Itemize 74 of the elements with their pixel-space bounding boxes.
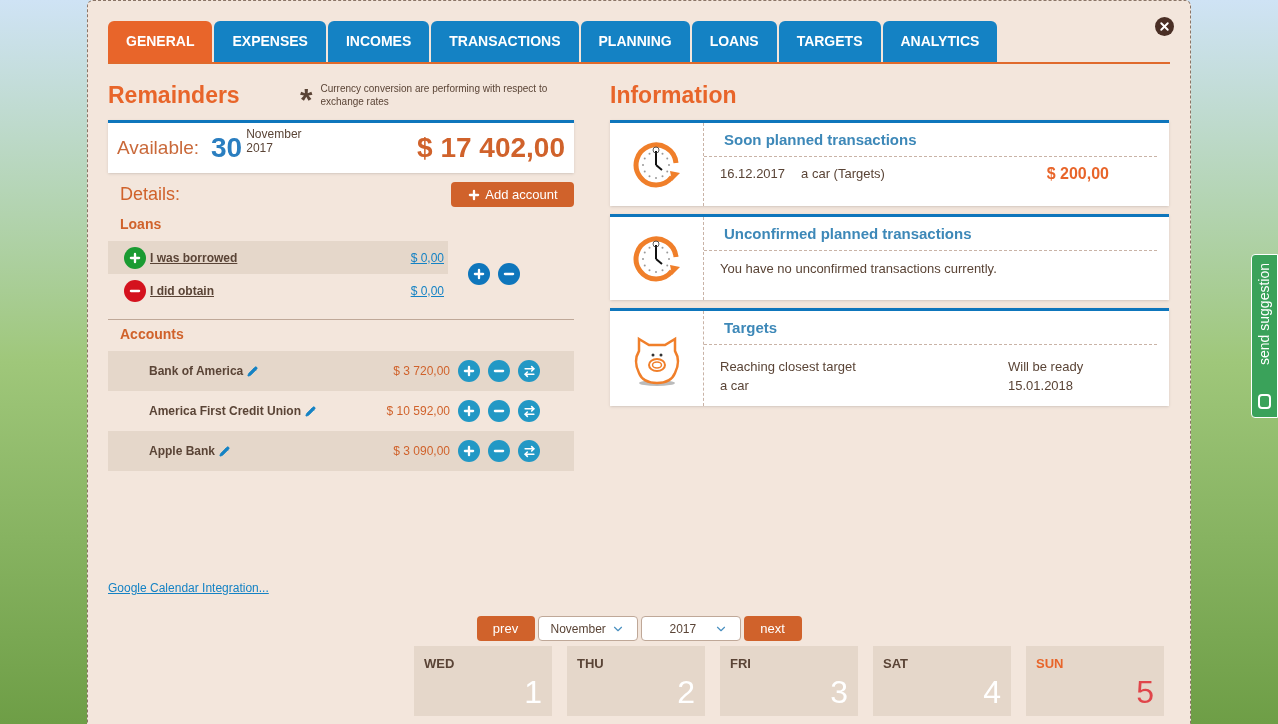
deposit-button[interactable] [458, 440, 480, 462]
year-select[interactable]: 2017 [640, 616, 741, 641]
section-title: Information [610, 80, 738, 110]
transfer-button[interactable] [518, 440, 540, 462]
transaction-amount: $ 200,00 [1046, 163, 1109, 184]
transaction-description: a car (Targets) [801, 164, 885, 183]
plus-icon [462, 364, 476, 378]
currency-note: Currency conversion are performing with respect to exchange rates [320, 82, 549, 108]
pencil-icon[interactable] [219, 445, 230, 457]
transfer-arrows-icon [522, 444, 536, 458]
loan-amount-link[interactable]: $ 0,00 [410, 248, 444, 267]
pencil-icon[interactable] [247, 365, 259, 377]
available-label: Available: [117, 135, 200, 160]
remove-loan-button[interactable] [498, 263, 520, 285]
section-title: Remainders [108, 80, 240, 110]
loan-link[interactable]: I was borrowed [150, 248, 238, 267]
available-month: November [246, 127, 302, 141]
nav-tab[interactable]: TRANSACTIONS [431, 21, 579, 62]
x-icon [1158, 20, 1171, 33]
month-select[interactable]: November [537, 616, 638, 641]
close-icon[interactable] [1155, 17, 1174, 36]
card-title: Unconfirmed planned transactions [704, 217, 1157, 251]
nav-tab[interactable]: PLANNING [580, 21, 690, 62]
deposit-button[interactable] [458, 360, 480, 382]
account-name: America First Credit Union [149, 403, 302, 420]
transfer-button[interactable] [518, 400, 540, 422]
prev-button[interactable]: prev [476, 616, 535, 641]
withdraw-button[interactable] [488, 400, 510, 422]
add-account-button[interactable]: Add account [451, 182, 574, 207]
add-loan-button[interactable] [468, 263, 490, 285]
nav-tab[interactable]: TARGETS [778, 21, 881, 62]
account-amount: $ 3 090,00 [393, 443, 450, 460]
pencil-icon[interactable] [305, 405, 317, 417]
loan-link[interactable]: I did obtain [150, 281, 214, 300]
available-amount: $ 17 402,00 [417, 131, 565, 165]
next-button[interactable]: next [743, 616, 802, 641]
nav-tab[interactable]: INCOMES [327, 21, 430, 62]
card-title: Targets [704, 311, 1157, 345]
loan-amount-link[interactable]: $ 0,00 [410, 281, 444, 300]
available-year: 2017 [246, 141, 274, 155]
google-calendar-link[interactable]: Google Calendar Integration... [108, 581, 269, 595]
transfer-arrows-icon [522, 404, 536, 418]
calendar-day[interactable]: SUN 5 [1026, 646, 1164, 716]
card-title: Soon planned transactions [704, 123, 1157, 157]
account-amount: $ 3 720,00 [393, 363, 450, 380]
withdraw-button[interactable] [488, 440, 510, 462]
nav-tab[interactable]: GENERAL [108, 21, 213, 62]
transfer-arrows-icon [522, 364, 536, 378]
ready-date: 15.01.2018 [1008, 376, 1075, 395]
account-amount: $ 10 592,00 [386, 403, 450, 420]
ready-label: Will be ready [1008, 357, 1084, 376]
plus-icon [462, 404, 476, 418]
transaction-date: 16.12.2017 [720, 164, 786, 183]
available-day: 30 [211, 127, 243, 169]
deposit-button[interactable] [458, 400, 480, 422]
subsection-title: Accounts [119, 325, 185, 344]
details-label: Details: [120, 183, 181, 206]
plus-icon [467, 187, 482, 202]
nav-tab[interactable]: LOANS [691, 21, 777, 62]
target-label: Reaching closest target [720, 357, 857, 376]
send-suggestion-tab[interactable]: send suggestion [1251, 254, 1278, 418]
transfer-button[interactable] [518, 360, 540, 382]
info-message: You have no unconfirmed transactions currently. [719, 259, 998, 278]
withdraw-button[interactable] [488, 360, 510, 382]
asterisk-mark: * [300, 84, 313, 106]
plus-icon [462, 444, 476, 458]
plus-icon [472, 267, 486, 281]
account-name: Apple Bank [149, 443, 215, 460]
target-name: a car [720, 376, 750, 395]
nav-tab[interactable]: ANALYTICS [882, 21, 998, 62]
account-name: Bank of America [149, 363, 244, 380]
nav-tab[interactable]: EXPENSES [214, 21, 326, 62]
subsection-title: Loans [119, 215, 163, 234]
note-icon [1258, 394, 1271, 409]
